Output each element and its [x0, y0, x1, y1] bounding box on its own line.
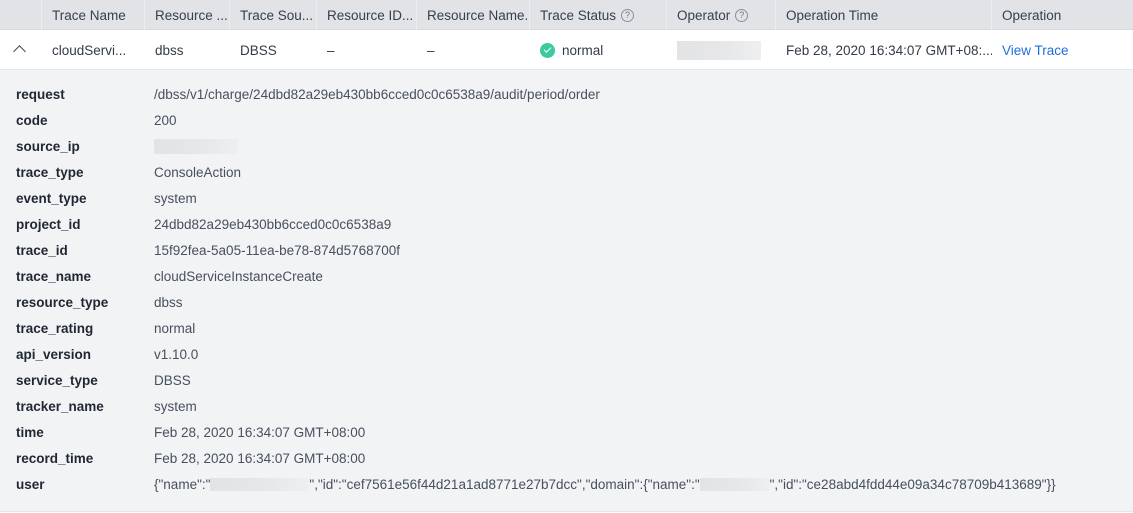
detail-key: trace_id [16, 242, 68, 258]
cloud-trace-table: Trace Name Resource ... Trace Sou... Res… [0, 0, 1133, 513]
detail-key: user [16, 476, 45, 492]
detail-value: 200 [154, 112, 177, 128]
column-header-operation: Operation [992, 0, 1133, 30]
detail-row-api-version: api_version v1.10.0 [0, 341, 1133, 367]
column-header-resource-type[interactable]: Resource ... [145, 0, 230, 30]
column-header-trace-status[interactable]: Trace Status ? [530, 0, 667, 30]
detail-value: Feb 28, 2020 16:34:07 GMT+08:00 [154, 450, 366, 466]
detail-key: code [16, 112, 48, 128]
detail-key: time [16, 424, 44, 440]
detail-value: dbss [154, 294, 183, 310]
chevron-up-icon[interactable] [14, 43, 28, 57]
detail-key: request [16, 86, 65, 102]
row-expander-cell[interactable] [0, 30, 42, 70]
status-check-icon [540, 42, 555, 58]
detail-key: resource_type [16, 294, 109, 310]
detail-key: tracker_name [16, 398, 104, 414]
detail-row-code: code 200 [0, 107, 1133, 133]
detail-row-time: time Feb 28, 2020 16:34:07 GMT+08:00 [0, 419, 1133, 445]
detail-row-project-id: project_id 24dbd82a29eb430bb6cced0c0c653… [0, 211, 1133, 237]
detail-value: system [154, 190, 197, 206]
cell-trace-status: normal [530, 30, 667, 70]
cell-operator [667, 30, 776, 70]
cell-resource-type: dbss [155, 42, 184, 58]
column-header-trace-status-label: Trace Status [540, 7, 617, 23]
detail-row-source-ip: source_ip [0, 133, 1133, 159]
detail-row-event-type: event_type system [0, 185, 1133, 211]
user-json-part1: {"name":" [154, 476, 211, 492]
redacted-operator [677, 40, 761, 60]
detail-row-service-type: service_type DBSS [0, 367, 1133, 393]
column-header-resource-type-label: Resource ... [155, 7, 228, 23]
help-icon[interactable]: ? [621, 8, 635, 22]
detail-row-trace-rating: trace_rating normal [0, 315, 1133, 341]
column-header-operation-label: Operation [1002, 7, 1062, 23]
detail-key: source_ip [16, 138, 80, 154]
detail-row-trace-name: trace_name cloudServiceInstanceCreate [0, 263, 1133, 289]
detail-value: ConsoleAction [154, 164, 242, 180]
column-header-trace-source[interactable]: Trace Sou... [230, 0, 317, 30]
column-header-operator[interactable]: Operator ? [667, 0, 776, 30]
detail-value: 24dbd82a29eb430bb6cced0c0c6538a9 [154, 216, 392, 232]
column-header-trace-source-label: Trace Sou... [240, 7, 314, 23]
detail-value: v1.10.0 [154, 346, 199, 362]
detail-value: 15f92fea-5a05-11ea-be78-874d5768700f [154, 242, 400, 258]
table-row[interactable]: cloudServi... dbss DBSS – – normal Feb 2… [0, 30, 1133, 70]
detail-key: trace_type [16, 164, 84, 180]
column-header-resource-id-label: Resource ID... [327, 7, 414, 23]
user-json-part3: ","id":"ce28abd4fdd44e09a34c78709b413689… [769, 476, 1056, 492]
cell-trace-name: cloudServi... [52, 42, 127, 58]
column-header-operator-label: Operator [677, 7, 731, 23]
redacted-source-ip [154, 138, 238, 154]
column-header-trace-name[interactable]: Trace Name [42, 0, 145, 30]
column-header-resource-name-label: Resource Name... [427, 7, 530, 23]
column-header-operation-time[interactable]: Operation Time [776, 0, 992, 30]
column-header-trace-name-label: Trace Name [52, 7, 126, 23]
detail-value: normal [154, 320, 196, 336]
detail-key: record_time [16, 450, 94, 466]
detail-row-user: user {"name":" ","id":"cef7561e56f44d21a1… [0, 471, 1133, 497]
detail-key: event_type [16, 190, 87, 206]
column-header-expander [0, 0, 42, 30]
detail-key: project_id [16, 216, 81, 232]
detail-key: api_version [16, 346, 92, 362]
detail-key: trace_rating [16, 320, 94, 336]
view-trace-link[interactable]: View Trace [992, 30, 1133, 70]
detail-value: /dbss/v1/charge/24dbd82a29eb430bb6cced0c… [154, 86, 600, 102]
detail-value: cloudServiceInstanceCreate [154, 268, 323, 284]
redacted-domain-name [699, 478, 770, 492]
detail-value [154, 138, 238, 154]
detail-key: service_type [16, 372, 98, 388]
detail-key: trace_name [16, 268, 92, 284]
detail-value: system [154, 398, 197, 414]
cell-trace-source: DBSS [240, 42, 277, 58]
user-json-part2: ","id":"cef7561e56f44d21a1ad8771e27b7dcc… [309, 476, 700, 492]
column-header-resource-name[interactable]: Resource Name... [417, 0, 530, 30]
detail-value: Feb 28, 2020 16:34:07 GMT+08:00 [154, 424, 366, 440]
status-badge: normal [562, 42, 604, 58]
column-header-resource-id[interactable]: Resource ID... [317, 0, 417, 30]
trace-detail-panel: request /dbss/v1/charge/24dbd82a29eb430b… [0, 70, 1133, 512]
detail-row-resource-type: resource_type dbss [0, 289, 1133, 315]
column-header-operation-time-label: Operation Time [786, 7, 879, 23]
cell-operation-time: Feb 28, 2020 16:34:07 GMT+08:... [786, 42, 992, 58]
table-header-row: Trace Name Resource ... Trace Sou... Res… [0, 0, 1133, 30]
detail-row-trace-id: trace_id 15f92fea-5a05-11ea-be78-874d576… [0, 237, 1133, 263]
detail-value: {"name":" ","id":"cef7561e56f44d21a1ad877… [154, 477, 1056, 492]
detail-row-record-time: record_time Feb 28, 2020 16:34:07 GMT+08… [0, 445, 1133, 471]
detail-row-request: request /dbss/v1/charge/24dbd82a29eb430b… [0, 81, 1133, 107]
redacted-user-name [210, 478, 310, 492]
detail-row-tracker-name: tracker_name system [0, 393, 1133, 419]
detail-value: DBSS [154, 372, 191, 388]
detail-row-trace-type: trace_type ConsoleAction [0, 159, 1133, 185]
cell-resource-name: – [427, 42, 435, 58]
help-icon[interactable]: ? [735, 8, 749, 22]
cell-resource-id: – [327, 42, 335, 58]
